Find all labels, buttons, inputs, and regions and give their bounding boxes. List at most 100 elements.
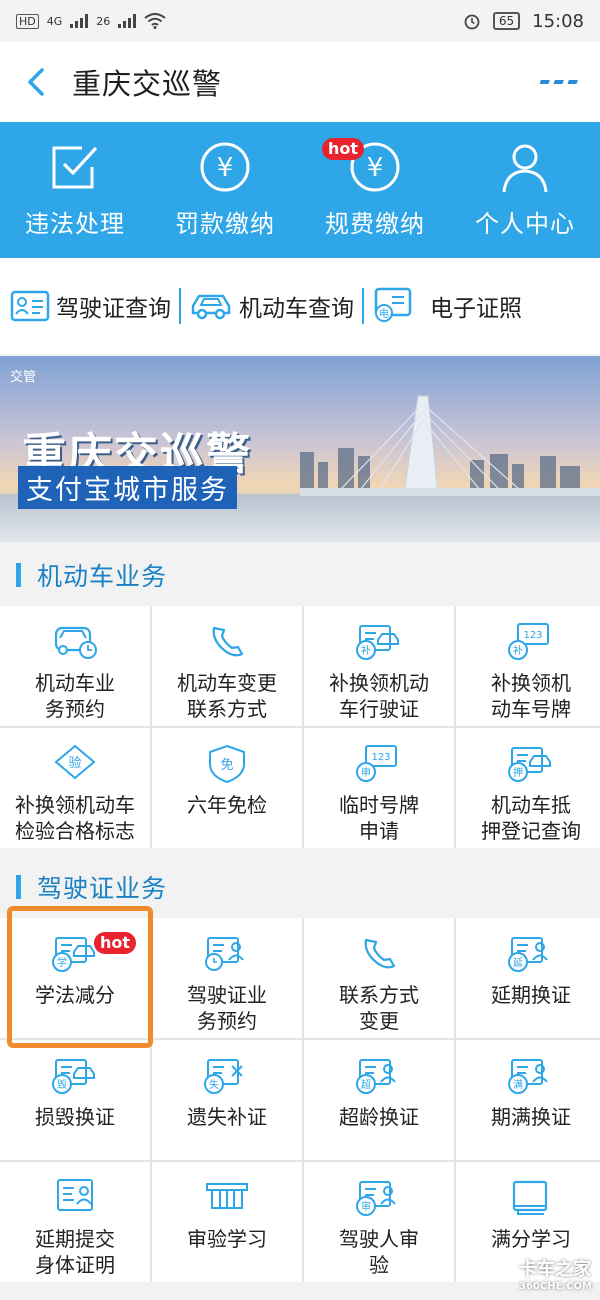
wifi-icon xyxy=(144,13,166,29)
phone-icon xyxy=(212,626,244,657)
service-tile[interactable]: 失遗失补证 xyxy=(152,1040,302,1160)
service-label: 机动车变更 联系方式 xyxy=(177,671,277,721)
hd-icon: HD xyxy=(16,13,39,29)
service-tile[interactable]: 123 申临时号牌 申请 xyxy=(304,728,454,848)
svg-text:审: 审 xyxy=(361,1200,371,1213)
quick-label: 机动车查询 xyxy=(239,296,354,322)
action-label: 规费缴纳 xyxy=(325,210,425,238)
book-icon xyxy=(512,1180,548,1215)
section-title: 机动车业务 xyxy=(37,562,168,591)
overage-license-icon: 超 xyxy=(356,1059,396,1094)
svg-text:¥: ¥ xyxy=(217,153,234,183)
extend-license-icon: 延 xyxy=(508,937,548,972)
signal2-icon xyxy=(118,14,137,28)
review-study-icon xyxy=(206,1183,248,1209)
license-clock-icon xyxy=(205,937,244,971)
svg-text:验: 验 xyxy=(68,755,81,771)
service-label: 联系方式 变更 xyxy=(339,983,419,1033)
nav-bar: 重庆交巡警 xyxy=(0,42,600,122)
health-cert-icon xyxy=(57,1179,93,1211)
service-label: 损毁换证 xyxy=(35,1105,115,1129)
page-title: 重庆交巡警 xyxy=(72,67,223,101)
service-label: 审验学习 xyxy=(187,1227,267,1251)
shield-exempt-icon: 免 xyxy=(209,744,245,784)
service-label: 延期换证 xyxy=(491,983,571,1007)
quick-label: 电子证照 xyxy=(430,296,522,322)
plate-replace-icon: 123补 xyxy=(508,623,549,660)
service-tile[interactable]: 毁损毁换证 xyxy=(0,1040,150,1160)
service-label: 期满换证 xyxy=(491,1105,571,1129)
action-violation[interactable]: 违法处理 xyxy=(0,122,150,258)
watermark-text: 卡车之家 xyxy=(518,1259,591,1280)
watermark: 卡车之家 360CHE.COM xyxy=(519,1255,592,1292)
service-label: 机动车抵 押登记查询 xyxy=(481,793,581,843)
service-label: 补换领机 动车号牌 xyxy=(491,671,571,721)
service-label: 机动车业 务预约 xyxy=(35,671,115,721)
divider xyxy=(362,288,364,324)
vehicle-services-grid: 机动车业 务预约 机动车变更 联系方式补补换领机动 车行驶证 123 补补换领机 动车… xyxy=(0,606,600,848)
signal-icon xyxy=(70,14,89,28)
svg-text:补: 补 xyxy=(513,644,523,657)
quick-vehicle-query[interactable]: 机动车查询 xyxy=(189,286,354,326)
action-fee-payment[interactable]: ¥ hot 规费缴纳 xyxy=(300,122,450,258)
svg-text:押: 押 xyxy=(513,766,523,779)
chevron-left-icon xyxy=(28,68,44,96)
car-icon xyxy=(191,294,231,320)
car-clock-icon xyxy=(54,626,97,659)
service-tile[interactable]: 满期满换证 xyxy=(456,1040,600,1160)
service-tile[interactable]: 审驾驶人审 验 xyxy=(304,1162,454,1282)
service-tile[interactable]: 超超龄换证 xyxy=(304,1040,454,1160)
clock: 15:08 xyxy=(532,10,584,32)
service-label: 临时号牌 申请 xyxy=(339,793,419,843)
expiry-license-icon: 满 xyxy=(508,1059,548,1094)
service-tile[interactable]: 机动车业 务预约 xyxy=(0,606,150,726)
service-tile[interactable]: 验补换领机动车 检验合格标志 xyxy=(0,728,150,848)
network2-label: 26 xyxy=(96,14,111,28)
service-label: 驾驶证业 务预约 xyxy=(187,983,267,1033)
action-label: 罚款缴纳 xyxy=(175,210,275,238)
section-marker xyxy=(16,875,21,899)
more-button[interactable] xyxy=(520,42,600,122)
quick-e-license[interactable]: 电 电子证照 xyxy=(372,286,522,326)
mortgage-car-icon: 押 xyxy=(508,747,551,782)
svg-text:失: 失 xyxy=(209,1078,219,1091)
service-tile[interactable]: 123 补补换领机 动车号牌 xyxy=(456,606,600,726)
service-tile[interactable]: 补补换领机动 车行驶证 xyxy=(304,606,454,726)
top-actions: 违法处理 ¥ 罚款缴纳 ¥ hot 规费缴纳 个人中心 xyxy=(0,122,600,258)
divider xyxy=(179,288,181,324)
service-tile[interactable]: 机动车变更 联系方式 xyxy=(152,606,302,726)
license-replace-icon: 补 xyxy=(356,625,399,660)
service-tile[interactable]: 审验学习 xyxy=(152,1162,302,1282)
service-tile[interactable]: 押机动车抵 押登记查询 xyxy=(456,728,600,848)
svg-text:超: 超 xyxy=(361,1078,371,1091)
check-square-icon xyxy=(52,146,98,189)
status-bar: HD 4G 26 65 15:08 xyxy=(0,0,600,42)
service-label: 驾驶人审 验 xyxy=(339,1227,419,1277)
service-label: 超龄换证 xyxy=(339,1105,419,1129)
promo-banner[interactable]: 交管 重庆交巡警 支付宝城市服务 xyxy=(0,356,600,542)
e-license-icon: 电 xyxy=(374,287,412,322)
svg-text:¥: ¥ xyxy=(367,153,384,183)
service-label: 遗失补证 xyxy=(187,1105,267,1129)
section-title: 驾驶证业务 xyxy=(37,874,168,903)
svg-text:满: 满 xyxy=(513,1079,523,1091)
action-label: 个人中心 xyxy=(475,210,575,238)
watermark-sub: 360CHE.COM xyxy=(518,1281,592,1292)
section-marker xyxy=(16,563,21,587)
service-tile[interactable]: 免六年免检 xyxy=(152,728,302,848)
battery-icon: 65 xyxy=(492,12,521,30)
service-tile[interactable]: 联系方式 变更 xyxy=(304,918,454,1038)
temp-plate-icon: 123申 xyxy=(356,745,397,782)
svg-text:延: 延 xyxy=(513,957,523,969)
banner-subtitle: 支付宝城市服务 xyxy=(18,466,237,509)
service-tile[interactable]: 延期提交 身体证明 xyxy=(0,1162,150,1282)
action-personal-center[interactable]: 个人中心 xyxy=(450,122,600,258)
person-icon xyxy=(502,144,548,193)
service-tile[interactable]: 延延期换证 xyxy=(456,918,600,1038)
banner-brand: 交管 xyxy=(10,370,37,385)
quick-license-query[interactable]: 驾驶证查询 xyxy=(10,286,171,326)
service-tile[interactable]: 驾驶证业 务预约 xyxy=(152,918,302,1038)
svg-text:申: 申 xyxy=(361,766,371,779)
action-fine-payment[interactable]: ¥ 罚款缴纳 xyxy=(150,122,300,258)
back-button[interactable] xyxy=(0,42,72,122)
